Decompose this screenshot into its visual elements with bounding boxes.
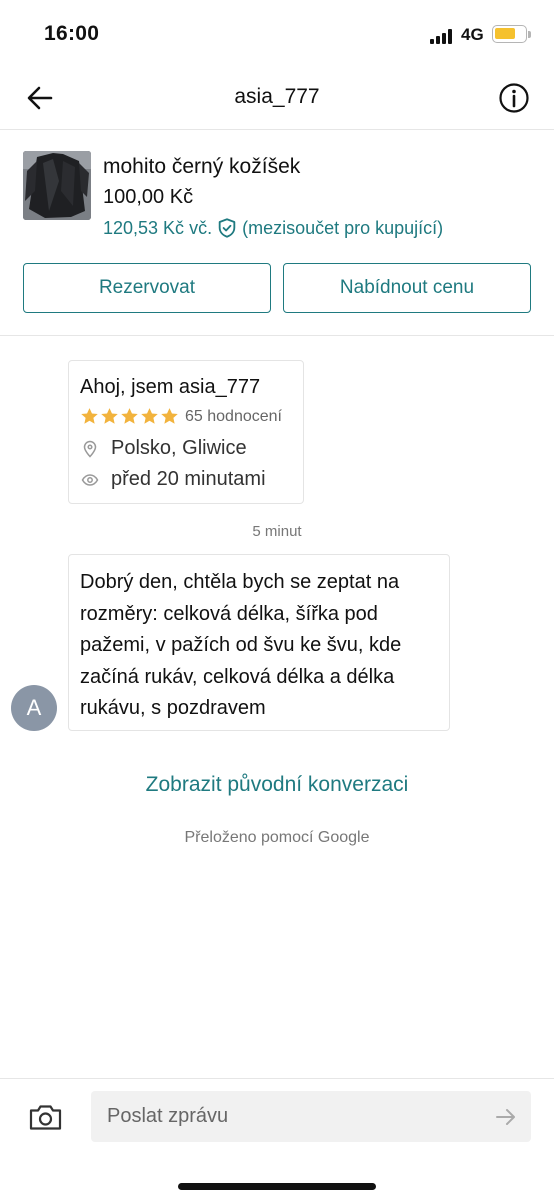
translated-by-label: Přeloženo pomocí Google xyxy=(184,829,370,846)
avatar[interactable]: A xyxy=(11,685,57,731)
buyer-price: 120,53 Kč vč. xyxy=(103,217,213,238)
battery-icon xyxy=(492,25,527,43)
star-icon xyxy=(81,408,98,424)
message-bubble: Dobrý den, chtěla bych se zeptat na rozm… xyxy=(68,554,450,731)
reserve-button[interactable]: Rezervovat xyxy=(23,263,271,313)
buyer-price-note: (mezisoučet pro kupující) xyxy=(242,217,444,238)
seller-greeting: Ahoj, jsem asia_777 xyxy=(80,376,261,398)
battery-cap xyxy=(528,31,531,38)
rating-count: 65 hodnocení xyxy=(185,407,282,425)
conversation-title: asia_777 xyxy=(234,85,320,108)
seller-info-card: Ahoj, jsem asia_777 65 hodnocení Polsko,… xyxy=(68,360,304,504)
make-offer-button[interactable]: Nabídnout cenu xyxy=(283,263,531,313)
item-header: mohito černý kožíšek 100,00 Kč 120,53 Kč… xyxy=(0,131,554,336)
buyer-price-row[interactable]: 120,53 Kč vč. (mezisoučet pro kupující) xyxy=(103,217,443,239)
seller-rating[interactable]: 65 hodnocení xyxy=(80,407,282,426)
message-timestamp: 5 minut xyxy=(252,523,302,540)
message-input[interactable] xyxy=(91,1091,531,1142)
location-pin-icon xyxy=(83,440,97,458)
shield-check-icon xyxy=(218,218,236,238)
signal-bars-icon xyxy=(430,28,454,44)
item-price: 100,00 Kč xyxy=(103,186,194,208)
message-composer xyxy=(0,1078,554,1200)
network-type: 4G xyxy=(461,25,484,44)
info-icon[interactable] xyxy=(498,82,530,114)
item-title[interactable]: mohito černý kožíšek xyxy=(103,155,300,179)
star-icon xyxy=(141,408,158,424)
home-indicator xyxy=(178,1183,376,1190)
seller-location-row: Polsko, Gliwice xyxy=(80,437,247,460)
show-original-conversation-link[interactable]: Zobrazit původní konverzaci xyxy=(0,773,554,797)
star-icon xyxy=(121,408,138,424)
seller-last-seen-row: před 20 minutami xyxy=(80,468,266,491)
seller-last-seen: před 20 minutami xyxy=(111,468,266,490)
send-arrow-icon[interactable] xyxy=(494,1105,518,1129)
star-icon xyxy=(161,408,178,424)
item-thumbnail[interactable] xyxy=(23,151,91,220)
nav-bar: asia_777 xyxy=(0,66,554,130)
star-icon xyxy=(101,408,118,424)
eye-icon xyxy=(81,473,99,486)
camera-icon[interactable] xyxy=(28,1101,63,1133)
status-time: 16:00 xyxy=(44,22,100,45)
status-bar: 16:00 4G xyxy=(0,0,554,66)
seller-location: Polsko, Gliwice xyxy=(111,437,247,459)
